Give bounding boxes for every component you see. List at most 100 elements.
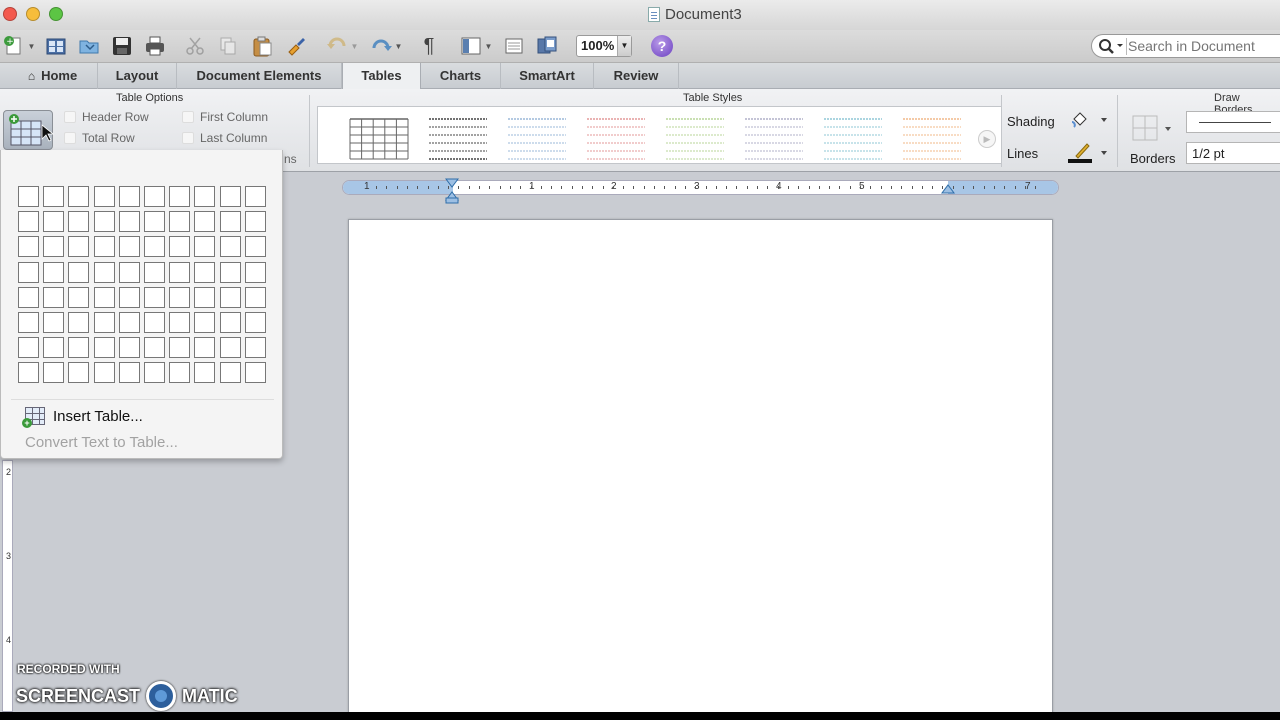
shading-button[interactable] bbox=[1068, 110, 1112, 132]
close-window-button[interactable] bbox=[3, 7, 17, 21]
table-grid-cell[interactable] bbox=[169, 312, 191, 333]
table-grid-cell[interactable] bbox=[219, 261, 241, 283]
table-grid-cell[interactable] bbox=[219, 186, 241, 207]
print-button[interactable] bbox=[142, 33, 168, 59]
undo-button[interactable]: ▼ bbox=[322, 33, 362, 59]
table-grid-cell[interactable] bbox=[194, 337, 216, 359]
tab-document-elements[interactable]: Document Elements bbox=[177, 63, 342, 89]
zoom-window-button[interactable] bbox=[49, 7, 63, 21]
table-style-thumbnail[interactable] bbox=[666, 118, 724, 160]
table-grid-cell[interactable] bbox=[93, 236, 115, 258]
table-grid-cell[interactable] bbox=[43, 186, 65, 207]
cut-button[interactable] bbox=[183, 33, 207, 59]
table-grid-cell[interactable] bbox=[219, 337, 241, 359]
table-style-thumbnail[interactable] bbox=[745, 118, 803, 160]
convert-text-to-table-menu-item[interactable]: Convert Text to Table... bbox=[25, 434, 178, 451]
table-grid-cell[interactable] bbox=[169, 362, 191, 384]
table-grid-cell[interactable] bbox=[144, 236, 165, 258]
table-grid-cell[interactable] bbox=[68, 362, 90, 384]
table-style-thumbnail[interactable] bbox=[429, 118, 487, 160]
table-grid-cell[interactable] bbox=[93, 362, 115, 384]
table-grid-cell[interactable] bbox=[169, 236, 191, 258]
insert-table-menu-item[interactable]: + Insert Table... bbox=[22, 407, 143, 428]
header-row-checkbox[interactable]: Header Row bbox=[64, 110, 149, 124]
banded-columns-checkbox-partial[interactable]: ns bbox=[284, 152, 297, 166]
table-grid-cell[interactable] bbox=[219, 286, 241, 308]
table-grid-cell[interactable] bbox=[118, 261, 140, 283]
tab-review[interactable]: Review bbox=[594, 63, 679, 89]
table-grid-cell[interactable] bbox=[93, 261, 115, 283]
copy-button[interactable] bbox=[216, 33, 240, 59]
tab-layout[interactable]: Layout bbox=[98, 63, 177, 89]
table-grid-cell[interactable] bbox=[219, 362, 241, 384]
table-grid-cell[interactable] bbox=[118, 186, 140, 207]
table-grid-cell[interactable] bbox=[194, 312, 216, 333]
table-grid-cell[interactable] bbox=[244, 211, 266, 233]
table-grid-cell[interactable] bbox=[194, 362, 216, 384]
table-style-thumbnail[interactable] bbox=[587, 118, 645, 160]
table-grid-cell[interactable] bbox=[144, 337, 165, 359]
new-document-button[interactable]: + ▼ bbox=[2, 33, 36, 59]
table-grid-cell[interactable] bbox=[68, 286, 90, 308]
table-grid-cell[interactable] bbox=[43, 236, 65, 258]
table-grid-cell[interactable] bbox=[68, 261, 90, 283]
show-formatting-button[interactable]: ¶ bbox=[418, 33, 440, 59]
table-grid-cell[interactable] bbox=[169, 211, 191, 233]
table-grid-cell[interactable] bbox=[194, 211, 216, 233]
table-grid-cell[interactable] bbox=[18, 286, 39, 308]
toolbox-button[interactable] bbox=[502, 33, 526, 59]
table-style-thumbnail[interactable] bbox=[508, 118, 566, 160]
table-grid-cell[interactable] bbox=[169, 261, 191, 283]
table-grid-cell[interactable] bbox=[194, 261, 216, 283]
table-grid-cell[interactable] bbox=[68, 312, 90, 333]
table-grid-cell[interactable] bbox=[68, 211, 90, 233]
minimize-window-button[interactable] bbox=[26, 7, 40, 21]
document-page[interactable] bbox=[348, 219, 1053, 712]
sidebar-view-button[interactable]: ▼ bbox=[456, 33, 496, 59]
table-grid-cell[interactable] bbox=[18, 337, 39, 359]
total-row-checkbox[interactable]: Total Row bbox=[64, 131, 135, 145]
format-painter-button[interactable] bbox=[283, 33, 309, 59]
table-grid-cell[interactable] bbox=[144, 211, 165, 233]
paste-button[interactable] bbox=[249, 33, 275, 59]
table-grid-cell[interactable] bbox=[194, 236, 216, 258]
table-grid-cell[interactable] bbox=[194, 186, 216, 207]
tab-smartart[interactable]: SmartArt bbox=[501, 63, 594, 89]
zoom-select[interactable]: 100% ▼ bbox=[576, 35, 632, 57]
table-grid-cell[interactable] bbox=[18, 211, 39, 233]
search-input[interactable] bbox=[1128, 38, 1278, 54]
table-grid-cell[interactable] bbox=[194, 286, 216, 308]
table-grid-cell[interactable] bbox=[18, 236, 39, 258]
table-grid-cell[interactable] bbox=[219, 312, 241, 333]
table-grid-cell[interactable] bbox=[68, 186, 90, 207]
table-grid-cell[interactable] bbox=[244, 362, 266, 384]
table-grid-cell[interactable] bbox=[118, 211, 140, 233]
table-grid-cell[interactable] bbox=[43, 286, 65, 308]
table-grid-cell[interactable] bbox=[118, 312, 140, 333]
tab-home[interactable]: ⌂ Home bbox=[8, 63, 98, 89]
table-grid-cell[interactable] bbox=[43, 261, 65, 283]
table-grid-cell[interactable] bbox=[244, 261, 266, 283]
table-grid-cell[interactable] bbox=[18, 312, 39, 333]
line-weight-select[interactable]: 1/2 pt bbox=[1186, 142, 1280, 164]
line-style-select[interactable] bbox=[1186, 111, 1280, 133]
right-indent-marker[interactable] bbox=[941, 183, 955, 195]
table-grid-cell[interactable] bbox=[244, 286, 266, 308]
table-grid-cell[interactable] bbox=[244, 236, 266, 258]
table-style-thumbnail[interactable] bbox=[349, 118, 409, 160]
table-grid-cell[interactable] bbox=[219, 211, 241, 233]
table-grid-cell[interactable] bbox=[43, 312, 65, 333]
redo-button[interactable]: ▼ bbox=[366, 33, 406, 59]
table-grid-cell[interactable] bbox=[144, 362, 165, 384]
table-grid-cell[interactable] bbox=[18, 261, 39, 283]
table-grid-cell[interactable] bbox=[43, 362, 65, 384]
help-button[interactable]: ? bbox=[651, 35, 673, 57]
indent-marker[interactable] bbox=[444, 178, 460, 204]
table-grid-cell[interactable] bbox=[93, 312, 115, 333]
last-column-checkbox[interactable]: Last Column bbox=[182, 131, 267, 145]
table-grid-cell[interactable] bbox=[169, 286, 191, 308]
table-grid-cell[interactable] bbox=[169, 337, 191, 359]
table-grid-cell[interactable] bbox=[144, 286, 165, 308]
table-grid-cell[interactable] bbox=[118, 236, 140, 258]
templates-button[interactable] bbox=[43, 33, 69, 59]
